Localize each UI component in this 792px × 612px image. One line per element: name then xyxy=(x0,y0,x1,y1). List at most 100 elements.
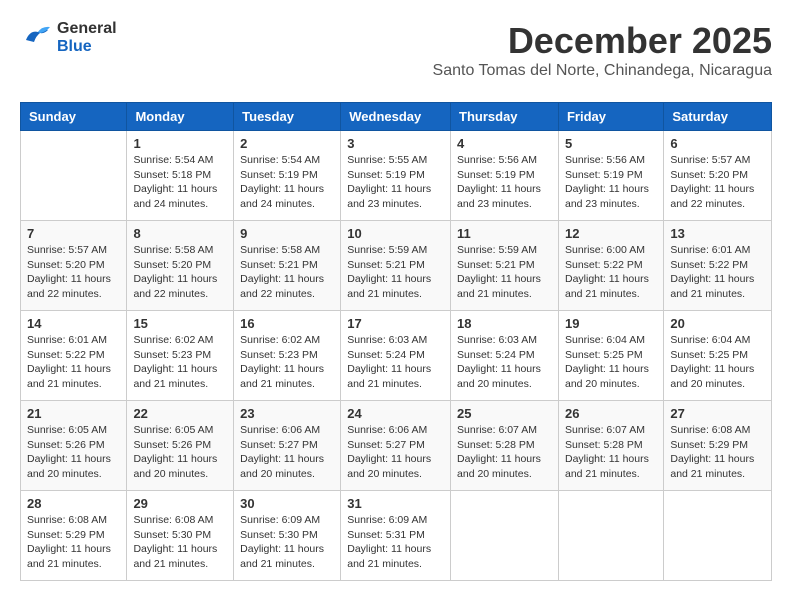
header-day-sunday: Sunday xyxy=(21,103,127,131)
day-info: Sunrise: 6:06 AM Sunset: 5:27 PM Dayligh… xyxy=(240,423,334,482)
calendar-day-cell: 12 Sunrise: 6:00 AM Sunset: 5:22 PM Dayli… xyxy=(558,221,663,311)
day-number: 23 xyxy=(240,406,334,421)
day-info: Sunrise: 5:59 AM Sunset: 5:21 PM Dayligh… xyxy=(347,243,444,302)
day-info: Sunrise: 6:04 AM Sunset: 5:25 PM Dayligh… xyxy=(670,333,765,392)
header-day-saturday: Saturday xyxy=(664,103,772,131)
day-number: 16 xyxy=(240,316,334,331)
day-number: 22 xyxy=(133,406,227,421)
header-day-wednesday: Wednesday xyxy=(341,103,451,131)
calendar-day-cell: 25 Sunrise: 6:07 AM Sunset: 5:28 PM Dayli… xyxy=(451,401,559,491)
day-info: Sunrise: 5:56 AM Sunset: 5:19 PM Dayligh… xyxy=(457,153,552,212)
day-info: Sunrise: 6:09 AM Sunset: 5:31 PM Dayligh… xyxy=(347,513,444,572)
day-number: 10 xyxy=(347,226,444,241)
day-number: 27 xyxy=(670,406,765,421)
day-number: 24 xyxy=(347,406,444,421)
day-number: 13 xyxy=(670,226,765,241)
calendar-day-cell xyxy=(451,491,559,581)
day-info: Sunrise: 6:07 AM Sunset: 5:28 PM Dayligh… xyxy=(565,423,657,482)
calendar-day-cell: 28 Sunrise: 6:08 AM Sunset: 5:29 PM Dayli… xyxy=(21,491,127,581)
calendar-day-cell: 20 Sunrise: 6:04 AM Sunset: 5:25 PM Dayli… xyxy=(664,311,772,401)
day-number: 5 xyxy=(565,136,657,151)
calendar-day-cell xyxy=(664,491,772,581)
day-number: 20 xyxy=(670,316,765,331)
day-info: Sunrise: 6:03 AM Sunset: 5:24 PM Dayligh… xyxy=(457,333,552,392)
calendar-day-cell: 18 Sunrise: 6:03 AM Sunset: 5:24 PM Dayli… xyxy=(451,311,559,401)
header-day-thursday: Thursday xyxy=(451,103,559,131)
page-header: General Blue December 2025 Santo Tomas d… xyxy=(20,20,772,94)
title-section: December 2025 Santo Tomas del Norte, Chi… xyxy=(433,20,772,90)
calendar-day-cell: 16 Sunrise: 6:02 AM Sunset: 5:23 PM Dayli… xyxy=(234,311,341,401)
day-number: 7 xyxy=(27,226,120,241)
day-info: Sunrise: 6:05 AM Sunset: 5:26 PM Dayligh… xyxy=(133,423,227,482)
day-number: 29 xyxy=(133,496,227,511)
day-info: Sunrise: 5:58 AM Sunset: 5:20 PM Dayligh… xyxy=(133,243,227,302)
day-number: 1 xyxy=(133,136,227,151)
day-info: Sunrise: 5:59 AM Sunset: 5:21 PM Dayligh… xyxy=(457,243,552,302)
day-number: 14 xyxy=(27,316,120,331)
day-info: Sunrise: 6:03 AM Sunset: 5:24 PM Dayligh… xyxy=(347,333,444,392)
calendar-week-row: 28 Sunrise: 6:08 AM Sunset: 5:29 PM Dayli… xyxy=(21,491,772,581)
calendar-day-cell: 11 Sunrise: 5:59 AM Sunset: 5:21 PM Dayli… xyxy=(451,221,559,311)
day-number: 31 xyxy=(347,496,444,511)
calendar-day-cell: 2Sunrise: 5:54 AM Sunset: 5:19 PM Daylig… xyxy=(234,131,341,221)
calendar-week-row: 21Sunrise: 6:05 AM Sunset: 5:26 PM Dayli… xyxy=(21,401,772,491)
day-number: 3 xyxy=(347,136,444,151)
calendar-day-cell: 17 Sunrise: 6:03 AM Sunset: 5:24 PM Dayli… xyxy=(341,311,451,401)
calendar-day-cell: 19Sunrise: 6:04 AM Sunset: 5:25 PM Dayli… xyxy=(558,311,663,401)
logo-text: General Blue xyxy=(57,20,117,55)
day-info: Sunrise: 5:56 AM Sunset: 5:19 PM Dayligh… xyxy=(565,153,657,212)
day-info: Sunrise: 6:08 AM Sunset: 5:29 PM Dayligh… xyxy=(670,423,765,482)
calendar-day-cell: 4 Sunrise: 5:56 AM Sunset: 5:19 PM Daylig… xyxy=(451,131,559,221)
calendar-day-cell: 14 Sunrise: 6:01 AM Sunset: 5:22 PM Dayli… xyxy=(21,311,127,401)
calendar-table: SundayMondayTuesdayWednesdayThursdayFrid… xyxy=(20,102,772,581)
day-number: 28 xyxy=(27,496,120,511)
day-number: 19 xyxy=(565,316,657,331)
day-info: Sunrise: 6:00 AM Sunset: 5:22 PM Dayligh… xyxy=(565,243,657,302)
day-info: Sunrise: 6:02 AM Sunset: 5:23 PM Dayligh… xyxy=(240,333,334,392)
calendar-day-cell: 9Sunrise: 5:58 AM Sunset: 5:21 PM Daylig… xyxy=(234,221,341,311)
day-info: Sunrise: 5:55 AM Sunset: 5:19 PM Dayligh… xyxy=(347,153,444,212)
day-info: Sunrise: 6:05 AM Sunset: 5:26 PM Dayligh… xyxy=(27,423,120,482)
calendar-day-cell: 1 Sunrise: 5:54 AM Sunset: 5:18 PM Daylig… xyxy=(127,131,234,221)
day-number: 4 xyxy=(457,136,552,151)
calendar-day-cell: 22 Sunrise: 6:05 AM Sunset: 5:26 PM Dayli… xyxy=(127,401,234,491)
day-number: 2 xyxy=(240,136,334,151)
calendar-day-cell: 29 Sunrise: 6:08 AM Sunset: 5:30 PM Dayli… xyxy=(127,491,234,581)
calendar-day-cell: 23 Sunrise: 6:06 AM Sunset: 5:27 PM Dayli… xyxy=(234,401,341,491)
day-number: 25 xyxy=(457,406,552,421)
location-subtitle: Santo Tomas del Norte, Chinandega, Nicar… xyxy=(433,62,772,80)
calendar-day-cell: 7 Sunrise: 5:57 AM Sunset: 5:20 PM Daylig… xyxy=(21,221,127,311)
day-number: 11 xyxy=(457,226,552,241)
calendar-day-cell xyxy=(558,491,663,581)
day-number: 12 xyxy=(565,226,657,241)
day-info: Sunrise: 6:01 AM Sunset: 5:22 PM Dayligh… xyxy=(27,333,120,392)
calendar-day-cell: 6Sunrise: 5:57 AM Sunset: 5:20 PM Daylig… xyxy=(664,131,772,221)
day-number: 17 xyxy=(347,316,444,331)
header-day-monday: Monday xyxy=(127,103,234,131)
calendar-day-cell: 5 Sunrise: 5:56 AM Sunset: 5:19 PM Daylig… xyxy=(558,131,663,221)
day-info: Sunrise: 6:08 AM Sunset: 5:29 PM Dayligh… xyxy=(27,513,120,572)
day-number: 26 xyxy=(565,406,657,421)
logo: General Blue xyxy=(20,20,117,55)
header-day-friday: Friday xyxy=(558,103,663,131)
calendar-day-cell: 24 Sunrise: 6:06 AM Sunset: 5:27 PM Dayli… xyxy=(341,401,451,491)
day-info: Sunrise: 6:06 AM Sunset: 5:27 PM Dayligh… xyxy=(347,423,444,482)
calendar-day-cell: 8Sunrise: 5:58 AM Sunset: 5:20 PM Daylig… xyxy=(127,221,234,311)
calendar-week-row: 1 Sunrise: 5:54 AM Sunset: 5:18 PM Daylig… xyxy=(21,131,772,221)
day-info: Sunrise: 6:07 AM Sunset: 5:28 PM Dayligh… xyxy=(457,423,552,482)
day-info: Sunrise: 5:57 AM Sunset: 5:20 PM Dayligh… xyxy=(670,153,765,212)
day-number: 18 xyxy=(457,316,552,331)
day-info: Sunrise: 5:54 AM Sunset: 5:18 PM Dayligh… xyxy=(133,153,227,212)
day-number: 9 xyxy=(240,226,334,241)
day-info: Sunrise: 6:01 AM Sunset: 5:22 PM Dayligh… xyxy=(670,243,765,302)
calendar-header-row: SundayMondayTuesdayWednesdayThursdayFrid… xyxy=(21,103,772,131)
day-info: Sunrise: 6:09 AM Sunset: 5:30 PM Dayligh… xyxy=(240,513,334,572)
day-info: Sunrise: 5:57 AM Sunset: 5:20 PM Dayligh… xyxy=(27,243,120,302)
calendar-day-cell: 3 Sunrise: 5:55 AM Sunset: 5:19 PM Daylig… xyxy=(341,131,451,221)
day-number: 30 xyxy=(240,496,334,511)
day-info: Sunrise: 6:08 AM Sunset: 5:30 PM Dayligh… xyxy=(133,513,227,572)
calendar-day-cell: 15Sunrise: 6:02 AM Sunset: 5:23 PM Dayli… xyxy=(127,311,234,401)
day-number: 15 xyxy=(133,316,227,331)
bird-icon xyxy=(20,22,52,53)
header-day-tuesday: Tuesday xyxy=(234,103,341,131)
